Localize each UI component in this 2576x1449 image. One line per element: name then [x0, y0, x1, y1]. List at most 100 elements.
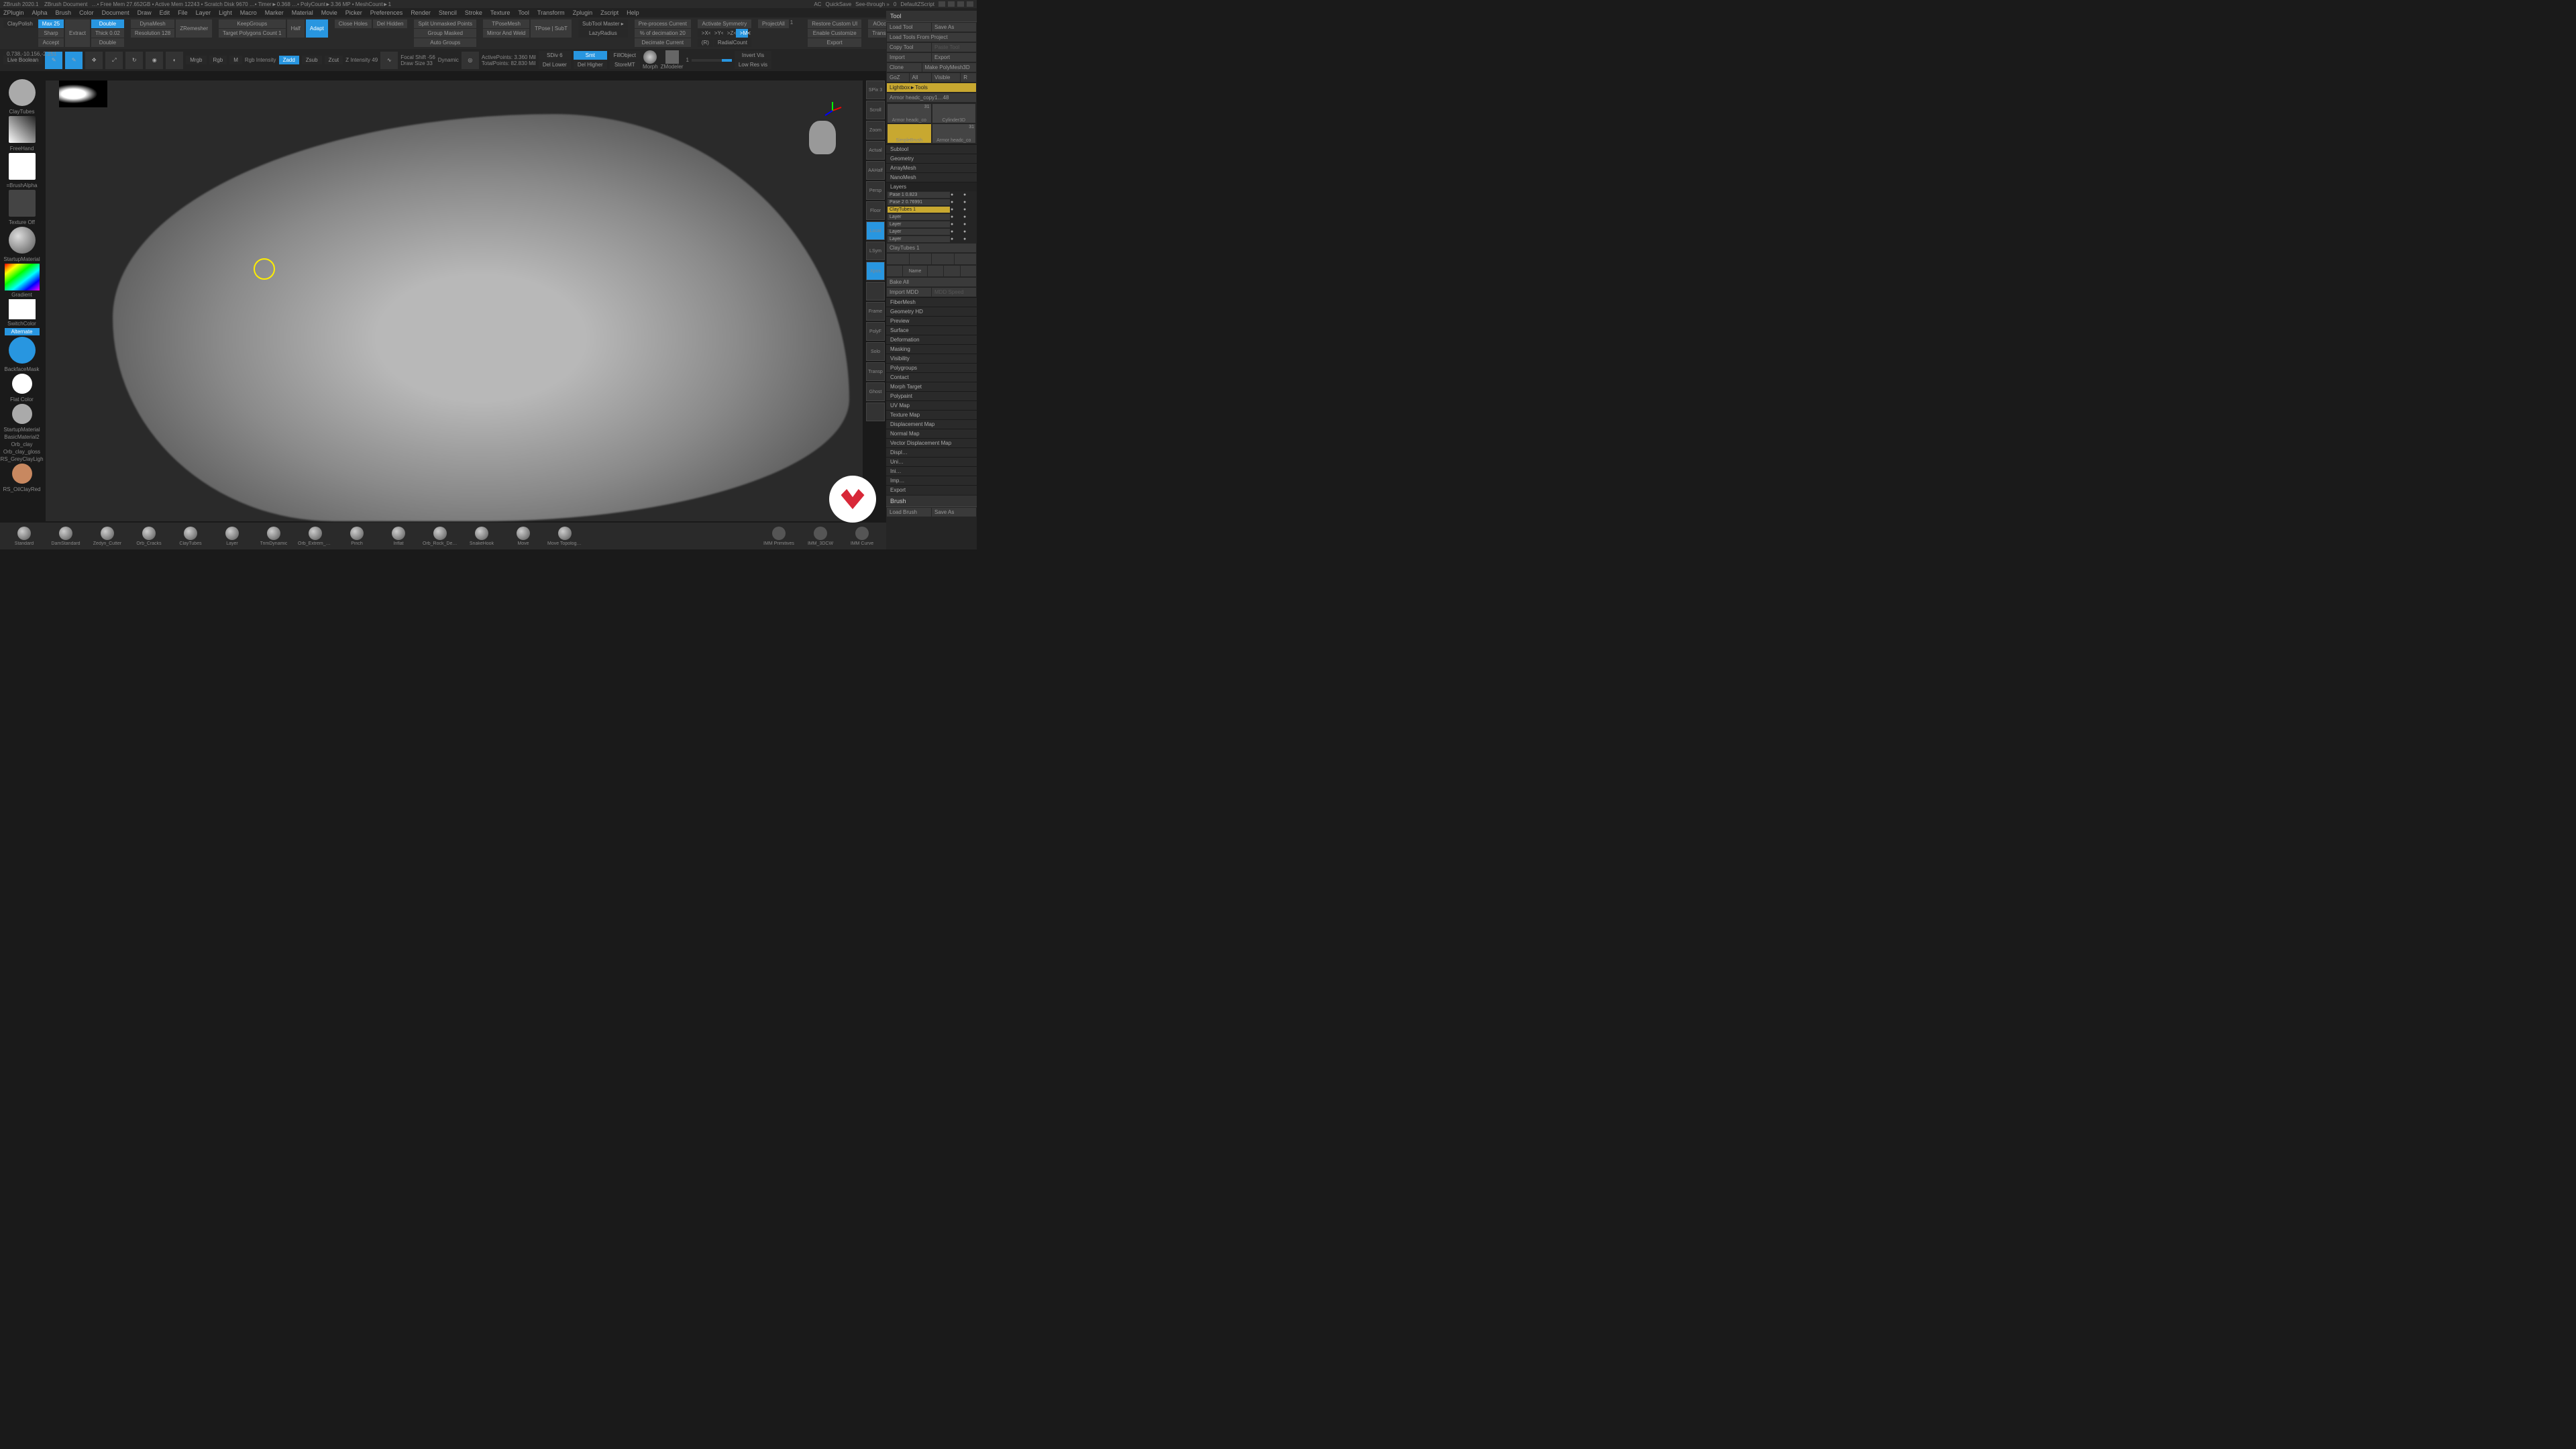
makepolymesh-button[interactable]: Make PolyMesh3D [922, 63, 977, 72]
menu-transform[interactable]: Transform [537, 9, 565, 16]
layer-dup-icon[interactable] [910, 254, 932, 264]
menu-alpha[interactable]: Alpha [32, 9, 48, 16]
menu-tool[interactable]: Tool [518, 9, 529, 16]
zcut-button[interactable]: Zcut [325, 56, 343, 64]
section-nanomesh[interactable]: NanoMesh [886, 172, 977, 182]
layer-row-4[interactable]: Layer●● [886, 221, 977, 228]
backface-preview[interactable] [9, 337, 36, 364]
section-geometry[interactable]: Geometry [886, 154, 977, 163]
tposemesh-button[interactable]: TPoseMesh [483, 19, 529, 28]
split-button[interactable]: Split Unmasked Points [414, 19, 476, 28]
layers-section[interactable]: Layers [886, 182, 977, 191]
layer-rec-icon[interactable] [928, 266, 943, 276]
menu-file[interactable]: File [178, 9, 188, 16]
saveas2-button[interactable]: Save As [932, 508, 976, 517]
layer-del-icon[interactable] [887, 266, 902, 276]
layer-inv-icon[interactable] [944, 266, 959, 276]
orbclay-label[interactable]: Orb_clay [11, 441, 32, 447]
dynamesh-button[interactable]: DynaMesh [131, 19, 174, 28]
brush-standard[interactable]: Standard [7, 527, 42, 546]
tool-thumb-0[interactable]: 31Armor headc_co [888, 104, 931, 123]
sculptris-button[interactable]: ◐ [166, 52, 183, 69]
timeline-slider[interactable] [692, 59, 732, 62]
section-geometry-hd[interactable]: Geometry HD [886, 307, 977, 316]
menu-texture[interactable]: Texture [490, 9, 511, 16]
adapt-button[interactable]: Adapt [306, 19, 328, 38]
menu-macro[interactable]: Macro [240, 9, 257, 16]
sidebar-local[interactable]: Local [866, 221, 885, 240]
brush-orb_cracks[interactable]: Orb_Cracks [131, 527, 166, 546]
sidebar-transp[interactable]: Transp [866, 362, 885, 381]
sym-y-button[interactable]: >Y< [710, 29, 722, 38]
section-ini-[interactable]: Ini… [886, 466, 977, 476]
section-texture-map[interactable]: Texture Map [886, 410, 977, 419]
dellower-button[interactable]: Del Lower [539, 60, 571, 69]
section-preview[interactable]: Preview [886, 316, 977, 325]
menu-light[interactable]: Light [219, 9, 232, 16]
brush-damstandard[interactable]: DamStandard [48, 527, 83, 546]
section-surface[interactable]: Surface [886, 325, 977, 335]
preprocess-button[interactable]: Pre-process Current [635, 19, 691, 28]
tposesubt-button[interactable]: TPose | SubT [531, 19, 572, 38]
max-button[interactable]: Max 25 [38, 19, 64, 28]
sidebar-solo[interactable]: Solo [866, 342, 885, 361]
sidebar-zoom[interactable]: Zoom [866, 121, 885, 140]
subtool-button[interactable]: SubTool Master ▸ [578, 19, 628, 28]
menu-material[interactable]: Material [292, 9, 313, 16]
brush-orb_extrem_poli[interactable]: Orb_Extrem_Poli [298, 527, 333, 546]
section-arraymesh[interactable]: ArrayMesh [886, 163, 977, 172]
brush-imm-primitives[interactable]: IMM Primitives [761, 527, 796, 546]
bakeall-button[interactable]: Bake All [887, 278, 976, 286]
dynamic-label[interactable]: Dynamic [438, 57, 459, 63]
menu-preferences[interactable]: Preferences [370, 9, 403, 16]
groupmasked-button[interactable]: Group Masked [414, 29, 476, 38]
rotate-mode-button[interactable]: ↻ [125, 52, 143, 69]
double2-button[interactable]: Double [91, 38, 124, 47]
menu-stroke[interactable]: Stroke [465, 9, 482, 16]
brush-imm-curve[interactable]: IMM Curve [845, 527, 879, 546]
layer-new-icon[interactable] [887, 254, 909, 264]
alternate-label[interactable]: Alternate [5, 328, 40, 335]
layer-row-5[interactable]: Layer●● [886, 228, 977, 235]
section-polypaint[interactable]: Polypaint [886, 391, 977, 400]
section-fibermesh[interactable]: FiberMesh [886, 297, 977, 307]
section-displacement-map[interactable]: Displacement Map [886, 419, 977, 429]
brush-layer[interactable]: Layer [215, 527, 250, 546]
layer-merge-icon[interactable] [955, 254, 977, 264]
tool-panel-title[interactable]: Tool [886, 11, 977, 22]
quicksave[interactable]: QuickSave [825, 1, 851, 7]
decimate-button[interactable]: Decimate Current [635, 38, 691, 47]
loadfrom-button[interactable]: Load Tools From Project [887, 33, 976, 42]
decimation-button[interactable]: % of decimation 20 [635, 29, 691, 38]
color-picker[interactable] [5, 264, 40, 290]
menu-zscript[interactable]: Zscript [600, 9, 619, 16]
claypolish-button[interactable]: ClayPolish [3, 19, 37, 28]
fillobject-button[interactable]: FillObject [610, 51, 640, 60]
menu-help[interactable]: Help [627, 9, 639, 16]
lowres-button[interactable]: Low Res vis [735, 60, 771, 69]
brush-snakehook[interactable]: SnakeHook [464, 527, 499, 546]
delhigher-button[interactable]: Del Higher [574, 60, 607, 69]
brush-panel-title[interactable]: Brush [886, 496, 977, 507]
section-export[interactable]: Export [886, 485, 977, 494]
tool-thumb-3[interactable]: 31Armor headc_co [932, 124, 976, 143]
drawsize-label[interactable]: Draw Size 33 [400, 60, 435, 66]
morph-icon[interactable] [643, 50, 657, 64]
layer-row-2[interactable]: ClayTubes 1●● [886, 206, 977, 213]
section-deformation[interactable]: Deformation [886, 335, 977, 344]
copytool-button[interactable]: Copy Tool [887, 43, 931, 52]
layer-split-icon[interactable] [932, 254, 954, 264]
rgb-button[interactable]: Rgb [209, 56, 227, 64]
menu-movie[interactable]: Movie [321, 9, 337, 16]
rsgrey-label[interactable]: RS_GreyClayLigh [0, 456, 43, 462]
export-button[interactable]: Export [932, 53, 976, 62]
lazymouse-icon[interactable]: ∿ [380, 52, 398, 69]
menu-color[interactable]: Color [79, 9, 94, 16]
radial-button[interactable]: RadialCount [714, 38, 751, 47]
menu-document[interactable]: Document [102, 9, 129, 16]
layer-row-3[interactable]: Layer●● [886, 213, 977, 221]
smt-button[interactable]: Smt [574, 51, 607, 60]
all-button[interactable]: All [910, 73, 932, 82]
mddspeed-button[interactable]: MDD Speed [932, 288, 976, 297]
basicmat-label[interactable]: BasicMaterial2 [4, 434, 39, 440]
